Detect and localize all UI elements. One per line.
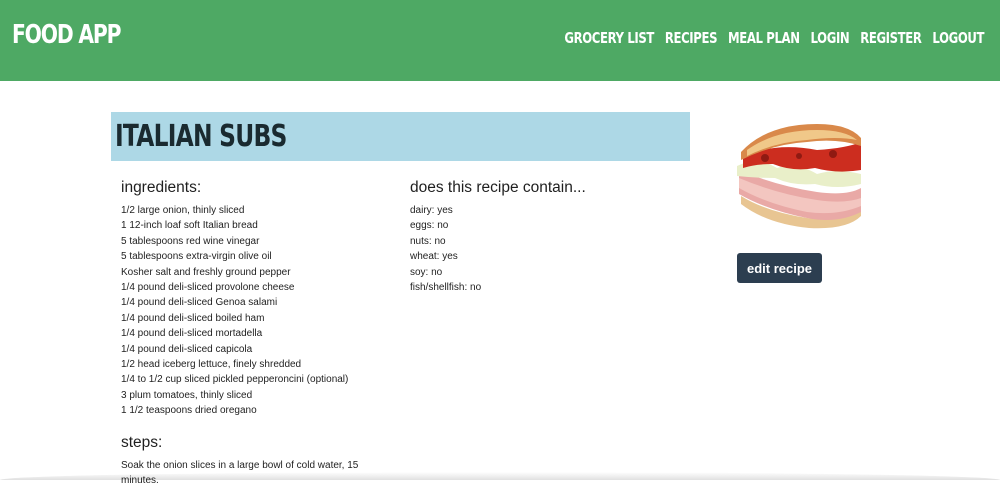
nav-link-register[interactable]: REGISTER (860, 29, 921, 47)
ingredient-item: 1/4 to 1/2 cup sliced pickled pepperonci… (121, 372, 391, 387)
brand-logo[interactable]: FOOD APP (12, 20, 120, 50)
top-navbar: FOOD APP GROCERY LIST RECIPES MEAL PLAN … (0, 0, 1000, 81)
ingredient-item: 1/4 pound deli-sliced provolone cheese (121, 280, 391, 295)
ingredient-item: 1/2 head iceberg lettuce, finely shredde… (121, 357, 391, 372)
sandwich-photo-icon (737, 112, 863, 238)
nav-links: GROCERY LIST RECIPES MEAL PLAN LOGIN REG… (553, 29, 984, 47)
ingredient-item: 1/4 pound deli-sliced capicola (121, 342, 391, 357)
ingredients-column: ingredients: 1/2 large onion, thinly sli… (121, 178, 391, 489)
allergens-list: dairy: yes eggs: no nuts: no wheat: yes … (410, 203, 680, 295)
ingredients-heading: ingredients: (121, 178, 391, 197)
ingredient-item: 1/4 pound deli-sliced mortadella (121, 326, 391, 341)
recipe-title-bar: ITALIAN SUBS (111, 112, 690, 161)
steps-heading: steps: (121, 433, 391, 452)
allergen-item: dairy: yes (410, 203, 680, 218)
allergen-item: nuts: no (410, 234, 680, 249)
allergens-heading: does this recipe contain... (410, 178, 680, 197)
allergen-item: eggs: no (410, 218, 680, 233)
allergens-column: does this recipe contain... dairy: yes e… (410, 178, 680, 295)
ingredient-item: 3 plum tomatoes, thinly sliced (121, 388, 391, 403)
recipe-image (737, 112, 863, 238)
ingredient-item: Kosher salt and freshly ground pepper (121, 265, 391, 280)
nav-link-grocery-list[interactable]: GROCERY LIST (564, 29, 654, 47)
edit-recipe-button[interactable]: edit recipe (737, 253, 822, 283)
recipe-title: ITALIAN SUBS (115, 119, 287, 154)
ingredient-item: 5 tablespoons extra-virgin olive oil (121, 249, 391, 264)
ingredient-item: 1/4 pound deli-sliced Genoa salami (121, 295, 391, 310)
allergen-item: wheat: yes (410, 249, 680, 264)
ingredient-item: 1 1/2 teaspoons dried oregano (121, 403, 391, 418)
allergen-item: soy: no (410, 265, 680, 280)
nav-link-login[interactable]: LOGIN (810, 29, 849, 47)
nav-link-recipes[interactable]: RECIPES (665, 29, 717, 47)
ingredients-list: 1/2 large onion, thinly sliced 1 12-inch… (121, 203, 391, 419)
ingredient-item: 1/2 large onion, thinly sliced (121, 203, 391, 218)
ingredient-item: 5 tablespoons red wine vinegar (121, 234, 391, 249)
nav-link-logout[interactable]: LOGOUT (932, 29, 984, 47)
ingredient-item: 1 12-inch loaf soft Italian bread (121, 218, 391, 233)
allergen-item: fish/shellfish: no (410, 280, 680, 295)
ingredient-item: 1/4 pound deli-sliced boiled ham (121, 311, 391, 326)
nav-link-meal-plan[interactable]: MEAL PLAN (728, 29, 800, 47)
